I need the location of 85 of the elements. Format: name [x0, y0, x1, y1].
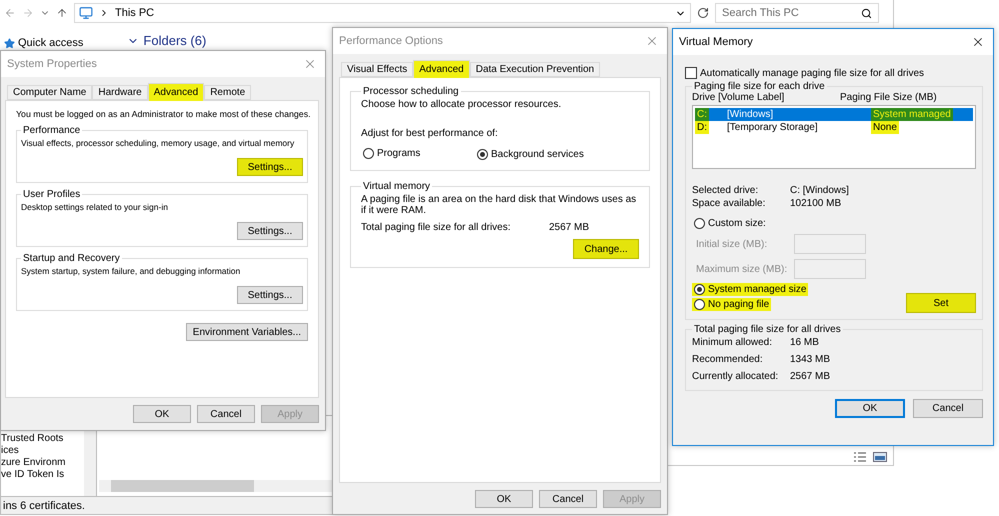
settings-button[interactable]: Settings...: [237, 158, 303, 176]
search-field[interactable]: Search This PC: [715, 3, 879, 23]
tab[interactable]: Computer Name: [7, 85, 92, 100]
info-value: 16 MB: [790, 337, 820, 348]
tab[interactable]: Advanced: [413, 60, 470, 78]
window-title: Performance Options: [339, 35, 443, 47]
change-button[interactable]: Change...: [573, 239, 639, 259]
group-description: Visual effects, processor scheduling, memory usage, and virtual memory: [21, 138, 296, 148]
tree-item[interactable]: ve ID Token Is: [1, 469, 84, 480]
radio-option[interactable]: Programs: [361, 147, 422, 160]
details-view-icon[interactable]: [853, 452, 867, 462]
dialog-button[interactable]: OK: [835, 399, 905, 418]
monitor-icon: [79, 6, 93, 20]
tiles-view-icon[interactable]: [873, 452, 887, 462]
checkbox[interactable]: [685, 67, 697, 79]
search-icon: [861, 8, 872, 18]
dialog-button[interactable]: OK: [133, 405, 191, 423]
group-title: User Profiles: [22, 189, 82, 200]
tree-item[interactable]: ices: [1, 445, 84, 456]
set-button[interactable]: Set: [906, 293, 976, 313]
tab[interactable]: Remote: [204, 85, 252, 100]
label-text: Total paging file size for all drives:: [361, 222, 512, 233]
window-title: Virtual Memory: [679, 36, 753, 48]
path-text: This PC: [115, 7, 156, 19]
radio-option[interactable]: Custom size:: [692, 217, 768, 230]
info-label: Space available:: [692, 198, 766, 209]
drive-row[interactable]: C: [Windows] System managed: [695, 108, 973, 121]
radio-option[interactable]: System managed size: [692, 283, 808, 296]
up-icon[interactable]: [56, 7, 68, 19]
description-text: A paging file is an area on the hard disk that Windows uses as if it were RAM.: [361, 194, 638, 216]
notice-text: You must be logged on as an Administrator to make most of these changes.: [16, 109, 308, 119]
tree-item[interactable]: zure Environm: [1, 457, 84, 468]
group-title: Performance: [22, 125, 82, 136]
volume-label: [Windows]: [726, 108, 774, 121]
dialog-button[interactable]: Cancel: [539, 490, 597, 508]
column-header: Drive [Volume Label]: [692, 92, 786, 103]
info-value: C: [Windows]: [790, 185, 850, 196]
tree-item[interactable]: Trusted Roots: [1, 433, 84, 444]
address-bar[interactable]: This PC: [74, 3, 691, 23]
tab[interactable]: Advanced: [148, 83, 204, 101]
description-text: Choose how to allocate processor resources.: [361, 99, 562, 110]
drive-row[interactable]: D: [Temporary Storage] None: [695, 121, 973, 134]
group-description: Desktop settings related to your sign-in: [21, 202, 169, 212]
dialog-button[interactable]: OK: [475, 490, 533, 508]
label-text: Adjust for best performance of:: [361, 128, 499, 139]
group-description: System startup, system failure, and debugging information: [21, 266, 242, 276]
field-label: Initial size (MB):: [695, 238, 768, 250]
status-text: ins 6 certificates.: [3, 500, 85, 512]
group-title: Startup and Recovery: [22, 253, 121, 264]
drive-letter: D:: [695, 121, 709, 134]
radio-option[interactable]: Background services: [475, 148, 586, 161]
dialog-button[interactable]: Cancel: [197, 405, 255, 423]
tab[interactable]: Data Execution Prevention: [470, 62, 600, 77]
info-value: 1343 MB: [790, 354, 832, 365]
refresh-icon[interactable]: [697, 7, 709, 19]
drive-letter: C:: [695, 108, 709, 121]
back-icon[interactable]: [4, 7, 16, 19]
section-heading: Folders (6): [143, 33, 206, 48]
paging-size: None: [871, 121, 899, 134]
tab[interactable]: Visual Effects: [341, 62, 414, 77]
group-title: Total paging file size for all drives: [693, 324, 842, 335]
star-icon: [4, 38, 15, 48]
nav-item[interactable]: Quick access: [18, 37, 84, 49]
settings-button[interactable]: Settings...: [237, 222, 303, 240]
info-label: Selected drive:: [692, 185, 760, 196]
group-title: Paging file size for each drive: [693, 81, 826, 92]
environment-variables-button[interactable]: Environment Variables...: [186, 323, 308, 341]
info-label: Currently allocated:: [692, 371, 780, 382]
settings-button[interactable]: Settings...: [237, 286, 303, 304]
dialog-button[interactable]: Cancel: [913, 399, 983, 418]
info-label: Recommended:: [692, 354, 764, 365]
tab[interactable]: Hardware: [92, 85, 148, 100]
paging-size: System managed: [871, 108, 953, 121]
value-text: 2567 MB: [549, 222, 590, 233]
field-label: Maximum size (MB):: [695, 264, 788, 274]
info-value: 102100 MB: [790, 198, 842, 209]
checkbox-option[interactable]: Automatically manage paging file size for all drives: [685, 67, 983, 79]
window-title: System Properties: [7, 58, 97, 70]
group-title: Virtual memory: [362, 181, 432, 192]
column-header: Paging File Size (MB): [840, 92, 937, 103]
info-value: 2567 MB: [790, 371, 832, 382]
volume-label: [Temporary Storage]: [726, 121, 819, 134]
radio-option[interactable]: No paging file: [692, 298, 772, 311]
group-title: Processor scheduling: [362, 86, 460, 97]
info-label: Minimum allowed:: [692, 337, 774, 348]
